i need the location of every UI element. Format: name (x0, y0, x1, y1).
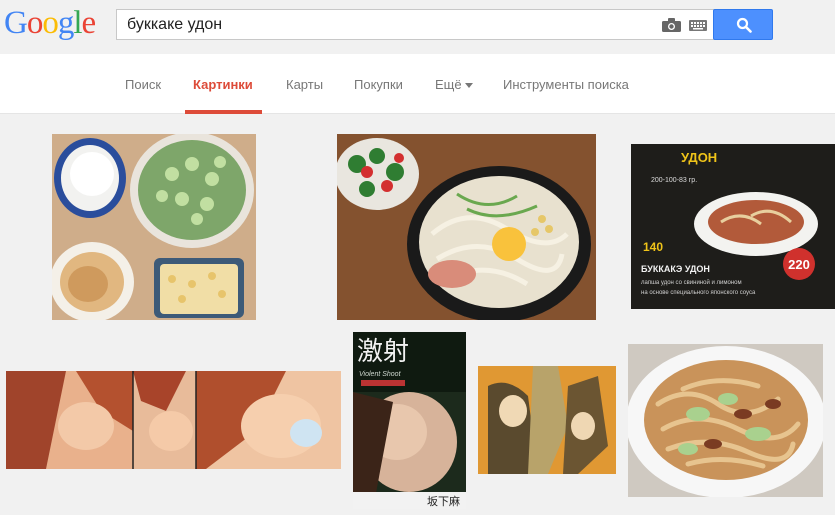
udon-bowl-image (337, 134, 596, 320)
tab-more-label: Ещё (435, 77, 462, 92)
image-result-5[interactable]: 激射 Violent Shoot 坂下麻 (353, 332, 466, 509)
camera-icon[interactable] (662, 18, 681, 32)
cover-subtitle: Violent Shoot (359, 371, 402, 378)
menu-price-right: 220 (788, 257, 810, 272)
tab-more[interactable]: Ещё (435, 77, 473, 92)
tab-shopping[interactable]: Покупки (354, 77, 403, 92)
search-button[interactable] (713, 9, 773, 40)
logo-letter: l (73, 5, 82, 41)
image-results-grid: 220 УДОН 200-100-83 гр. 140 БУККАКЭ УДОН… (0, 115, 835, 515)
logo-letter: o (26, 5, 43, 41)
toppings-image (52, 134, 256, 320)
tab-maps[interactable]: Карты (286, 77, 323, 92)
image-result-6[interactable] (478, 366, 616, 474)
tab-search-tools[interactable]: Инструменты поиска (503, 77, 629, 92)
search-box[interactable] (116, 9, 715, 40)
menu-card-image: 220 УДОН 200-100-83 гр. 140 БУККАКЭ УДОН… (631, 144, 835, 309)
cover-author: 坂下麻 (427, 494, 460, 508)
menu-price-left: 140 (643, 240, 663, 254)
menu-subtitle: 200-100-83 гр. (651, 177, 697, 184)
logo-letter: G (4, 5, 28, 41)
search-nav: Поиск Картинки Карты Покупки Ещё Инструм… (0, 54, 835, 114)
menu-dish-name: БУККАКЭ УДОН (641, 264, 710, 274)
yaki-udon-image (628, 344, 823, 497)
tab-images[interactable]: Картинки (193, 77, 253, 92)
image-result-3[interactable]: 220 УДОН 200-100-83 гр. 140 БУККАКЭ УДОН… (631, 144, 835, 309)
google-logo[interactable]: Google (4, 5, 97, 41)
manga-panels-image (6, 371, 341, 469)
logo-letter: e (81, 5, 97, 41)
logo-letter: g (57, 5, 74, 41)
active-tab-indicator (185, 110, 262, 114)
tab-search[interactable]: Поиск (125, 77, 161, 92)
search-icon (736, 17, 752, 33)
menu-desc-line1: лапша удон со свининой и лимоном (641, 279, 742, 286)
image-result-2[interactable] (337, 134, 596, 320)
chevron-down-icon (464, 83, 473, 89)
top-bar: Google (0, 0, 835, 54)
keyboard-icon[interactable] (689, 20, 707, 31)
book-cover-image: 激射 Violent Shoot 坂下麻 (353, 332, 466, 509)
menu-desc-line2: на основе специального японского соуса (641, 290, 756, 296)
image-result-4[interactable] (6, 371, 341, 469)
image-result-7[interactable] (628, 344, 823, 497)
anime-still-image (478, 366, 616, 474)
image-result-1[interactable] (52, 134, 256, 320)
search-input[interactable] (127, 16, 647, 34)
cover-title: 激射 (357, 337, 409, 367)
logo-letter: o (42, 5, 58, 41)
menu-title: УДОН (681, 150, 717, 165)
